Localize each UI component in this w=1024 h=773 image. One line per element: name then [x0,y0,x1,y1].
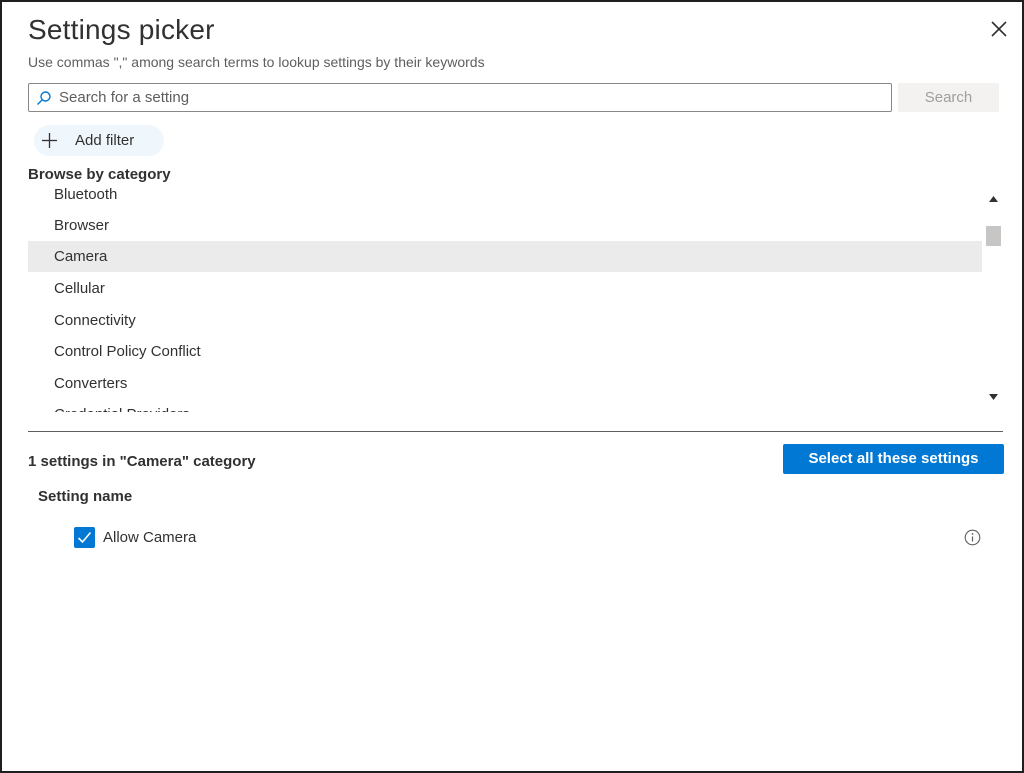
close-button[interactable] [990,20,1020,50]
category-scrollbar[interactable] [985,188,1002,412]
category-item-control-policy-conflict[interactable]: Control Policy Conflict [28,336,982,367]
category-list: Bluetooth Browser Camera Cellular Connec… [28,188,982,412]
setting-row: Allow Camera [74,526,984,550]
category-item-browser[interactable]: Browser [28,210,982,241]
settings-picker-dialog: Settings picker Use commas "," among sea… [0,0,1024,773]
search-button[interactable]: Search [898,83,999,112]
close-icon [991,21,1007,37]
search-icon [37,91,51,105]
category-item-bluetooth[interactable]: Bluetooth [28,188,982,210]
plus-icon [42,133,57,148]
search-box [28,83,892,112]
category-item-connectivity[interactable]: Connectivity [28,305,982,336]
select-all-settings-button[interactable]: Select all these settings [783,444,1004,474]
checkmark-icon [77,531,92,544]
add-filter-button[interactable]: Add filter [34,125,164,156]
category-item-credential-providers[interactable]: Credential Providers [28,399,982,412]
scroll-down-arrow-icon[interactable] [989,394,998,400]
dialog-subtitle: Use commas "," among search terms to loo… [28,54,485,70]
settings-count-label: 1 settings in "Camera" category [28,453,256,470]
scrollbar-thumb[interactable] [986,226,1001,246]
scroll-up-arrow-icon[interactable] [989,196,998,202]
add-filter-label: Add filter [75,132,135,149]
category-item-cellular[interactable]: Cellular [28,273,982,304]
category-item-camera[interactable]: Camera [28,241,982,272]
allow-camera-label: Allow Camera [103,529,197,546]
setting-name-column-header: Setting name [38,488,133,505]
section-divider [28,431,1003,432]
dialog-title: Settings picker [28,14,215,45]
search-input[interactable] [59,86,879,109]
category-item-converters[interactable]: Converters [28,368,982,399]
allow-camera-checkbox[interactable] [74,527,95,548]
browse-category-heading: Browse by category [28,166,171,183]
info-icon[interactable] [964,529,981,546]
